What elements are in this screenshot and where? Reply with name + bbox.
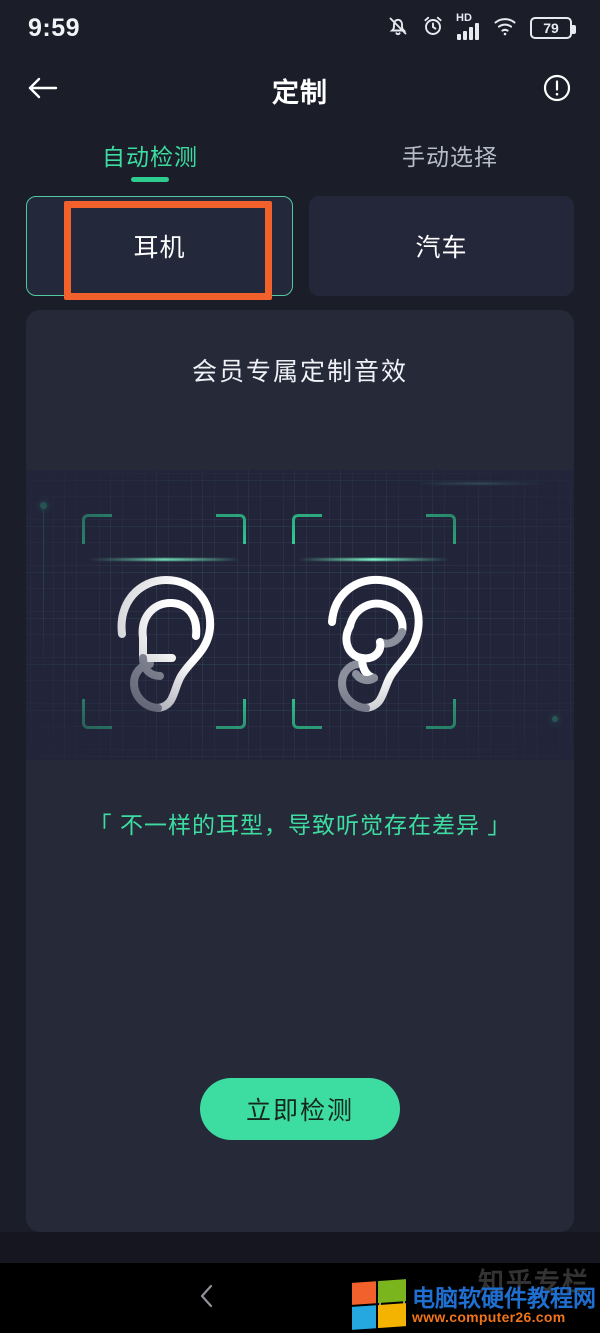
hd-signal-icon: HD: [456, 12, 482, 41]
tab-bar: 自动检测 手动选择: [0, 124, 600, 186]
card-title: 会员专属定制音效: [191, 358, 408, 386]
tab-auto-detect[interactable]: 自动检测: [0, 124, 300, 186]
detect-now-label: 立即检测: [245, 1097, 354, 1125]
watermark-text: 电脑软硬件教程网 www.computer26.com: [412, 1284, 596, 1325]
page-title: 定制: [272, 77, 328, 108]
chip-car-label: 汽车: [415, 234, 468, 262]
nav-back-icon[interactable]: [195, 1281, 219, 1316]
chip-car[interactable]: 汽车: [309, 196, 574, 296]
ear-scan-illustration: [26, 470, 574, 760]
chip-headphones[interactable]: 耳机: [26, 196, 293, 296]
card-bottom-gap: [0, 1232, 600, 1263]
watermark-site-name: 电脑软硬件教程网: [412, 1284, 596, 1311]
status-icons: HD 79: [386, 12, 576, 43]
device-type-chips: 耳机 汽车: [26, 196, 574, 296]
bell-off-icon: [386, 14, 410, 43]
chip-headphones-label: 耳机: [133, 234, 186, 262]
tab-manual-select[interactable]: 手动选择: [300, 124, 600, 186]
scan-vignette: [26, 470, 574, 760]
card-caption: 「 不一样的耳型，导致听觉存在差异 」: [88, 812, 512, 838]
back-button[interactable]: [20, 67, 66, 113]
battery-icon: 79: [530, 17, 576, 39]
watermark-url: www.computer26.com: [412, 1308, 566, 1325]
back-arrow-icon: [25, 73, 61, 108]
hd-label: HD: [456, 12, 472, 24]
tab-active-indicator: [131, 177, 169, 182]
wifi-icon: [493, 15, 519, 42]
tab-manual-select-label: 手动选择: [402, 144, 498, 170]
status-time: 9:59: [28, 13, 81, 42]
status-bar: 9:59 HD 79: [0, 0, 600, 56]
customization-card: 会员专属定制音效 「 不一样的耳型，导致听觉存在差异 」 立即检测: [26, 310, 574, 1232]
info-circle-icon: [541, 72, 573, 109]
phone-screen: 9:59 HD 79 定制 自动检测 手动选择 耳机 汽车 会员专属定制音效 「…: [0, 0, 600, 1333]
detect-now-button[interactable]: 立即检测: [200, 1078, 400, 1140]
battery-level: 79: [543, 20, 559, 36]
info-button[interactable]: [534, 67, 580, 113]
tab-auto-detect-label: 自动检测: [102, 144, 198, 170]
watermark: 电脑软硬件教程网 www.computer26.com: [352, 1279, 596, 1331]
windows-logo-icon: [352, 1279, 406, 1331]
alarm-clock-icon: [421, 14, 445, 43]
app-bar: 定制: [0, 56, 600, 124]
